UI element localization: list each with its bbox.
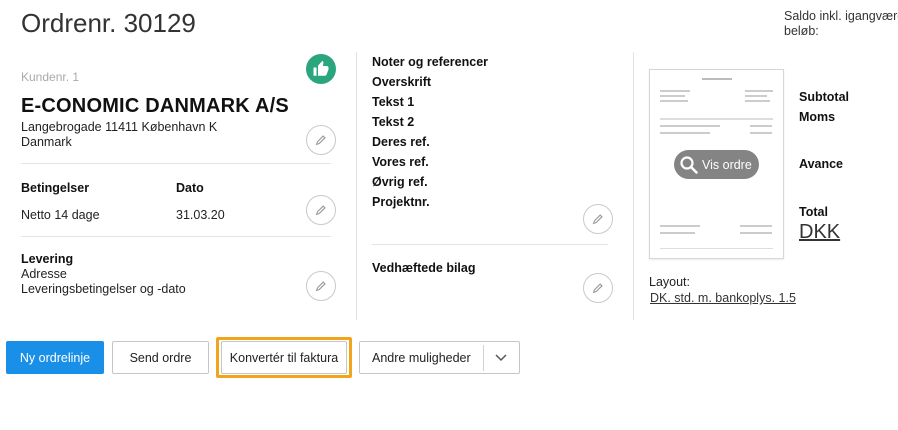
note-item: Deres ref. xyxy=(372,135,430,149)
edit-terms-button[interactable] xyxy=(306,195,336,225)
subtotal-label: Subtotal xyxy=(799,90,849,104)
date-label: Dato xyxy=(176,181,204,195)
pencil-icon xyxy=(592,283,603,294)
avance-label: Avance xyxy=(799,157,844,171)
note-item: Projektnr. xyxy=(372,195,430,209)
notes-header: Noter og referencer xyxy=(372,55,489,69)
column-divider xyxy=(633,52,634,320)
magnifier-icon xyxy=(680,155,698,174)
note-item: Øvrig ref. xyxy=(372,175,428,189)
currency-link[interactable]: DKK xyxy=(799,221,840,244)
chevron-down-icon xyxy=(495,354,507,362)
delivery-conditions: Leveringsbetingelser og -dato xyxy=(21,282,186,296)
pencil-icon xyxy=(315,281,326,292)
conditions-label: Betingelser xyxy=(21,181,90,195)
pencil-icon xyxy=(315,205,326,216)
divider xyxy=(21,236,331,237)
pencil-icon xyxy=(315,135,326,146)
edit-notes-button[interactable] xyxy=(583,204,613,234)
attachments-label: Vedhæftede bilag xyxy=(372,261,476,275)
divider xyxy=(372,244,608,245)
note-item: Tekst 2 xyxy=(372,115,415,129)
column-divider xyxy=(356,52,357,320)
page-title: Ordrenr. 30129 xyxy=(21,8,196,38)
saldo-label: Saldo inkl. igangvære beløb: xyxy=(784,9,898,38)
total-label: Total xyxy=(799,205,828,219)
new-order-line-button[interactable]: Ny ordrelinje xyxy=(6,341,104,374)
send-order-button[interactable]: Send ordre xyxy=(112,341,209,374)
date-value: 31.03.20 xyxy=(176,208,225,222)
customer-name: E-CONOMIC DANMARK A/S xyxy=(21,95,289,117)
layout-link[interactable]: DK. std. m. bankoplys. 1.5 xyxy=(650,291,796,305)
pencil-icon xyxy=(592,214,603,225)
note-item: Overskrift xyxy=(372,75,432,89)
more-options-label: Andre muligheder xyxy=(372,350,471,365)
split-divider xyxy=(483,345,484,371)
edit-customer-button[interactable] xyxy=(306,125,336,155)
layout-label: Layout: xyxy=(649,275,691,289)
delivery-address: Adresse xyxy=(21,267,67,281)
moms-label: Moms xyxy=(799,110,836,124)
edit-delivery-button[interactable] xyxy=(306,271,336,301)
customer-country: Danmark xyxy=(21,135,72,149)
divider xyxy=(21,163,331,164)
convert-to-invoice-button[interactable]: Konvertér til faktura xyxy=(221,341,347,374)
thumbs-up-icon xyxy=(306,54,336,84)
view-order-button[interactable]: Vis ordre xyxy=(674,150,759,179)
delivery-label: Levering xyxy=(21,252,74,266)
view-order-label: Vis ordre xyxy=(702,157,752,172)
note-item: Vores ref. xyxy=(372,155,429,169)
edit-attachments-button[interactable] xyxy=(583,273,613,303)
conditions-value: Netto 14 dage xyxy=(21,208,100,222)
note-item: Tekst 1 xyxy=(372,95,415,109)
customer-address: Langebrogade 11411 København K xyxy=(21,120,218,134)
chevron-down-icon[interactable] xyxy=(492,350,510,366)
customer-number: Kundenr. 1 xyxy=(21,70,80,84)
thumbs-up-icon xyxy=(313,60,329,76)
